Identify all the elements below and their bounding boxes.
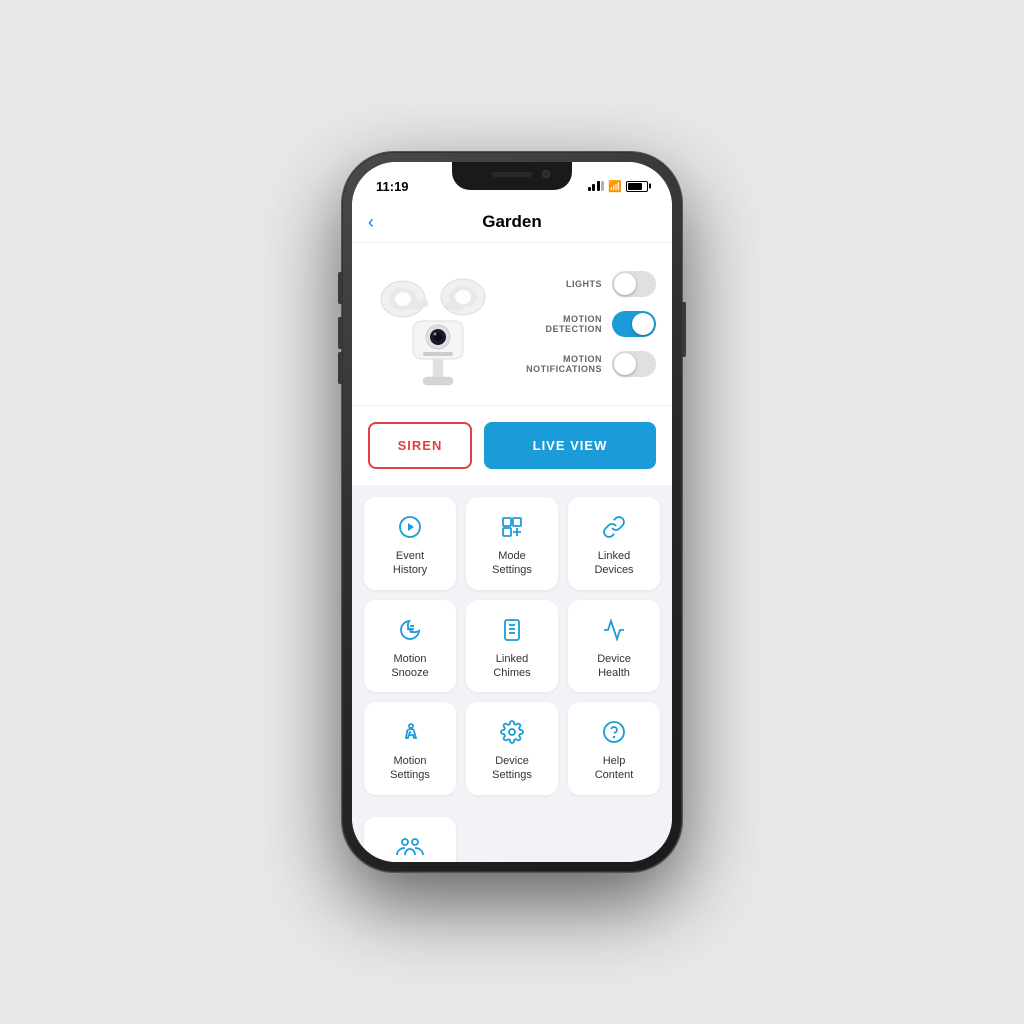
device-settings-label: DeviceSettings <box>492 754 532 783</box>
wifi-icon: 📶 <box>608 180 622 193</box>
grid-cell-event-history[interactable]: EventHistory <box>364 497 456 590</box>
lights-toggle-thumb <box>614 273 636 295</box>
motion-notifications-toggle[interactable] <box>612 351 656 377</box>
signal-bar-3 <box>597 181 600 191</box>
device-health-icon <box>600 616 628 644</box>
motion-notifications-row: MOTION NOTIFICATIONS <box>520 351 656 377</box>
signal-bar-1 <box>588 187 591 191</box>
signal-bar-2 <box>592 184 595 191</box>
motion-detection-row: MOTION DETECTION <box>520 311 656 337</box>
event-history-icon <box>396 513 424 541</box>
help-content-icon <box>600 718 628 746</box>
motion-settings-icon <box>396 718 424 746</box>
motion-snooze-icon <box>396 616 424 644</box>
motion-notifications-label: MOTION NOTIFICATIONS <box>526 354 602 374</box>
grid-cell-device-settings[interactable]: DeviceSettings <box>466 702 558 795</box>
motion-detection-thumb <box>632 313 654 335</box>
notch-camera <box>542 170 550 178</box>
battery-fill <box>628 183 642 190</box>
status-time: 11:19 <box>376 179 409 194</box>
back-button[interactable]: ‹ <box>368 212 374 233</box>
mode-settings-icon <box>498 513 526 541</box>
status-icons: 📶 <box>588 180 648 193</box>
lights-toggle[interactable] <box>612 271 656 297</box>
nav-bar: ‹ Garden <box>352 202 672 243</box>
grid-section: EventHistory ModeSettings <box>352 485 672 817</box>
signal-bar-4 <box>601 181 604 191</box>
lights-label: LIGHTS <box>566 279 602 289</box>
device-controls: LIGHTS MOTION DETECTION MOTI <box>520 271 656 377</box>
event-history-label: EventHistory <box>393 549 427 578</box>
linked-chimes-icon <box>498 616 526 644</box>
action-buttons: SIREN LIVE VIEW <box>352 405 672 485</box>
help-content-label: HelpContent <box>595 754 634 783</box>
siren-button[interactable]: SIREN <box>368 422 472 469</box>
page-title: Garden <box>482 212 542 232</box>
camera-svg <box>368 259 508 389</box>
motion-detection-label: MOTION DETECTION <box>545 314 602 334</box>
grid-row-2: MotionSnooze LinkedChimes <box>364 600 660 693</box>
signal-bars <box>588 181 605 191</box>
phone-inner: 11:19 📶 ‹ Garden <box>352 162 672 862</box>
grid-cell-linked-chimes[interactable]: LinkedChimes <box>466 600 558 693</box>
bottom-extra <box>352 817 672 862</box>
grid-cell-shared-users[interactable] <box>364 817 456 862</box>
notch-speaker <box>492 172 532 177</box>
mode-settings-label: ModeSettings <box>492 549 532 578</box>
live-view-button[interactable]: LIVE VIEW <box>484 422 656 469</box>
shared-users-icon <box>396 833 424 861</box>
linked-devices-label: LinkedDevices <box>594 549 633 578</box>
grid-cell-help-content[interactable]: HelpContent <box>568 702 660 795</box>
device-image <box>368 259 508 389</box>
motion-notifications-thumb <box>614 353 636 375</box>
linked-chimes-label: LinkedChimes <box>493 652 530 681</box>
motion-settings-label: MotionSettings <box>390 754 430 783</box>
grid-row-1: EventHistory ModeSettings <box>364 497 660 590</box>
device-health-label: DeviceHealth <box>597 652 631 681</box>
device-settings-icon <box>498 718 526 746</box>
linked-devices-icon <box>600 513 628 541</box>
grid-cell-motion-settings[interactable]: MotionSettings <box>364 702 456 795</box>
notch <box>452 162 572 190</box>
phone-outer: 11:19 📶 ‹ Garden <box>342 152 682 872</box>
screen-content[interactable]: ‹ Garden <box>352 202 672 862</box>
grid-row-3: MotionSettings DeviceSettings <box>364 702 660 795</box>
grid-cell-device-health[interactable]: DeviceHealth <box>568 600 660 693</box>
device-section: LIGHTS MOTION DETECTION MOTI <box>352 243 672 405</box>
grid-cell-mode-settings[interactable]: ModeSettings <box>466 497 558 590</box>
motion-detection-toggle[interactable] <box>612 311 656 337</box>
grid-cell-linked-devices[interactable]: LinkedDevices <box>568 497 660 590</box>
motion-snooze-label: MotionSnooze <box>391 652 428 681</box>
battery-icon <box>626 181 648 192</box>
grid-cell-motion-snooze[interactable]: MotionSnooze <box>364 600 456 693</box>
lights-control-row: LIGHTS <box>520 271 656 297</box>
